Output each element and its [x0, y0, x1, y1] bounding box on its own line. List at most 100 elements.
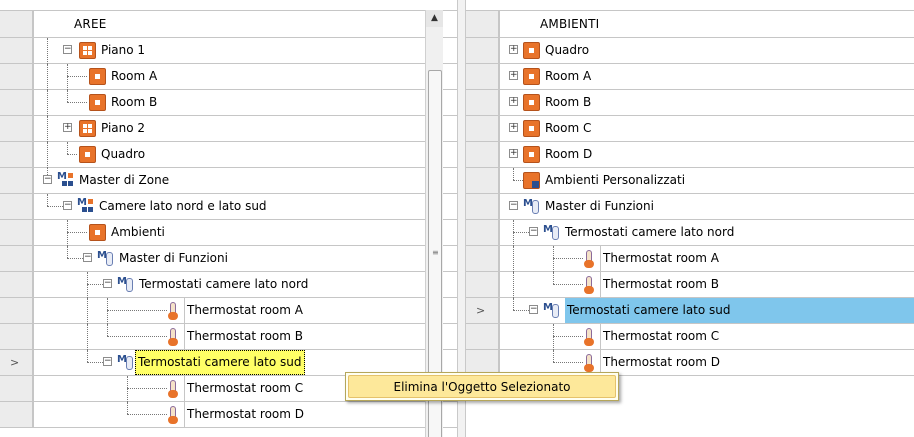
row-selector[interactable] — [0, 324, 33, 349]
tree-row-room-d[interactable]: + Room D — [466, 142, 914, 168]
row-selector[interactable] — [0, 38, 33, 63]
row-selector[interactable] — [0, 402, 33, 427]
row-selector[interactable] — [0, 220, 33, 245]
row-selector[interactable] — [466, 246, 499, 271]
tree-row-master-di-funzioni[interactable]: − M Master di Funzioni — [0, 246, 457, 272]
tree-label[interactable]: Thermostat room C — [184, 376, 305, 401]
row-selector[interactable] — [466, 142, 499, 167]
collapse-icon[interactable]: − — [63, 201, 72, 210]
tree-label[interactable]: Room A — [109, 64, 159, 89]
collapse-icon[interactable]: − — [63, 45, 72, 54]
tree-label[interactable]: Master di Funzioni — [117, 246, 230, 271]
tree-label[interactable]: Ambienti — [109, 220, 167, 245]
tree-label[interactable]: Thermostat room A — [600, 246, 721, 271]
tree-label[interactable]: Quadro — [543, 38, 591, 63]
tree-row-master-di-zone[interactable]: − M Master di Zone — [0, 168, 457, 194]
collapse-icon[interactable]: − — [509, 201, 518, 210]
expand-icon[interactable]: + — [509, 123, 518, 132]
row-selector[interactable] — [466, 194, 499, 219]
tree-label[interactable]: Quadro — [99, 142, 147, 167]
collapse-icon[interactable]: − — [103, 279, 112, 288]
tree-label[interactable]: Termostati camere lato nord — [563, 220, 736, 245]
tree-label[interactable]: Piano 2 — [99, 116, 147, 141]
tree-row-room-b[interactable]: + Room B — [466, 90, 914, 116]
tree-row-thermostat-room-b[interactable]: Thermostat room B — [0, 324, 457, 350]
row-selector[interactable] — [0, 246, 33, 271]
row-selector[interactable] — [466, 90, 499, 115]
tree-label[interactable]: Master di Zone — [77, 168, 171, 193]
row-selector[interactable] — [0, 90, 33, 115]
row-selector[interactable]: > — [0, 350, 33, 375]
expand-icon[interactable]: + — [509, 45, 518, 54]
expand-icon[interactable]: + — [509, 71, 518, 80]
collapse-icon[interactable]: − — [43, 175, 52, 184]
tree-label[interactable]: Thermostat room C — [600, 324, 721, 349]
row-selector[interactable] — [466, 168, 499, 193]
row-selector[interactable] — [0, 64, 33, 89]
row-selector[interactable] — [466, 38, 499, 63]
row-selector[interactable] — [0, 194, 33, 219]
collapse-icon[interactable]: − — [103, 357, 112, 366]
collapse-icon[interactable]: − — [529, 305, 538, 314]
tree-row-ambienti-personalizzati[interactable]: Ambienti Personalizzati — [466, 168, 914, 194]
row-selector[interactable]: > — [466, 298, 499, 323]
row-selector[interactable] — [0, 376, 33, 401]
tree-row-room-a[interactable]: Room A — [0, 64, 457, 90]
tree-label[interactable]: Camere lato nord e lato sud — [97, 194, 269, 219]
tree-label-selected[interactable]: Termostati camere lato sud — [135, 350, 305, 375]
tree-label[interactable]: Master di Funzioni — [543, 194, 656, 219]
tree-label-selected[interactable]: Termostati camere lato sud — [565, 298, 914, 323]
collapse-icon[interactable]: − — [529, 227, 538, 236]
tree-row-piano-2[interactable]: + Piano 2 — [0, 116, 457, 142]
thermostat-icon — [584, 354, 594, 372]
row-selector[interactable] — [0, 142, 33, 167]
tree-row-thermostat-room-d[interactable]: Thermostat room D — [0, 402, 457, 428]
tree-row-quadro[interactable]: Quadro — [0, 142, 457, 168]
expand-icon[interactable]: + — [509, 97, 518, 106]
tree-row-master-di-funzioni[interactable]: − M Master di Funzioni — [466, 194, 914, 220]
tree-row-camere-lato-nord-e-sud[interactable]: − M Camere lato nord e lato sud — [0, 194, 457, 220]
expand-icon[interactable]: + — [509, 149, 518, 158]
tree-label[interactable]: Room B — [543, 90, 593, 115]
tree-row-thermostat-room-a[interactable]: Thermostat room A — [0, 298, 457, 324]
row-selector[interactable] — [0, 272, 33, 297]
tree-row-thermostat-room-a[interactable]: Thermostat room A — [466, 246, 914, 272]
tree-row-thermostat-room-c[interactable]: Thermostat room C — [466, 324, 914, 350]
tree-row-room-b[interactable]: Room B — [0, 90, 457, 116]
tree-row-quadro[interactable]: + Quadro — [466, 38, 914, 64]
tree-label[interactable]: Piano 1 — [99, 38, 147, 63]
tree-label[interactable]: Thermostat room B — [184, 324, 305, 349]
tree-label[interactable]: Thermostat room D — [184, 402, 306, 427]
tree-row-termostati-sud[interactable]: > − M Termostati camere lato sud — [466, 298, 914, 324]
tree-label[interactable]: Room A — [543, 64, 593, 89]
context-menu: Elimina l'Oggetto Selezionato — [345, 372, 619, 401]
expand-icon[interactable]: + — [63, 123, 72, 132]
tree-label[interactable]: Termostati camere lato nord — [137, 272, 310, 297]
tree-label[interactable]: Ambienti Personalizzati — [543, 168, 687, 193]
tree-row-room-a[interactable]: + Room A — [466, 64, 914, 90]
row-selector[interactable] — [466, 116, 499, 141]
row-selector[interactable] — [0, 298, 33, 323]
row-selector[interactable] — [0, 168, 33, 193]
function-master-icon: M — [523, 198, 540, 215]
tree-label[interactable]: Room B — [109, 90, 159, 115]
aree-tree-grid: AREE − Piano 1 Room A Room B + Piano 2 Q… — [0, 10, 457, 428]
tree-row-room-c[interactable]: + Room C — [466, 116, 914, 142]
row-selector[interactable] — [466, 220, 499, 245]
scroll-up-arrow-icon[interactable]: ▲ — [426, 10, 443, 27]
row-selector[interactable] — [466, 272, 499, 297]
collapse-icon[interactable]: − — [83, 253, 92, 262]
row-selector[interactable] — [466, 324, 499, 349]
tree-row-thermostat-room-b[interactable]: Thermostat room B — [466, 272, 914, 298]
tree-row-ambienti[interactable]: Ambienti — [0, 220, 457, 246]
tree-row-termostati-nord[interactable]: − M Termostati camere lato nord — [0, 272, 457, 298]
row-selector[interactable] — [466, 64, 499, 89]
tree-row-piano-1[interactable]: − Piano 1 — [0, 38, 457, 68]
tree-label[interactable]: Room C — [543, 116, 593, 141]
row-selector[interactable] — [0, 116, 33, 141]
tree-label[interactable]: Room D — [543, 142, 594, 167]
tree-row-termostati-nord[interactable]: − M Termostati camere lato nord — [466, 220, 914, 246]
delete-selected-object-menu-item[interactable]: Elimina l'Oggetto Selezionato — [348, 375, 616, 398]
tree-label[interactable]: Thermostat room A — [184, 298, 305, 323]
tree-label[interactable]: Thermostat room B — [600, 272, 721, 297]
